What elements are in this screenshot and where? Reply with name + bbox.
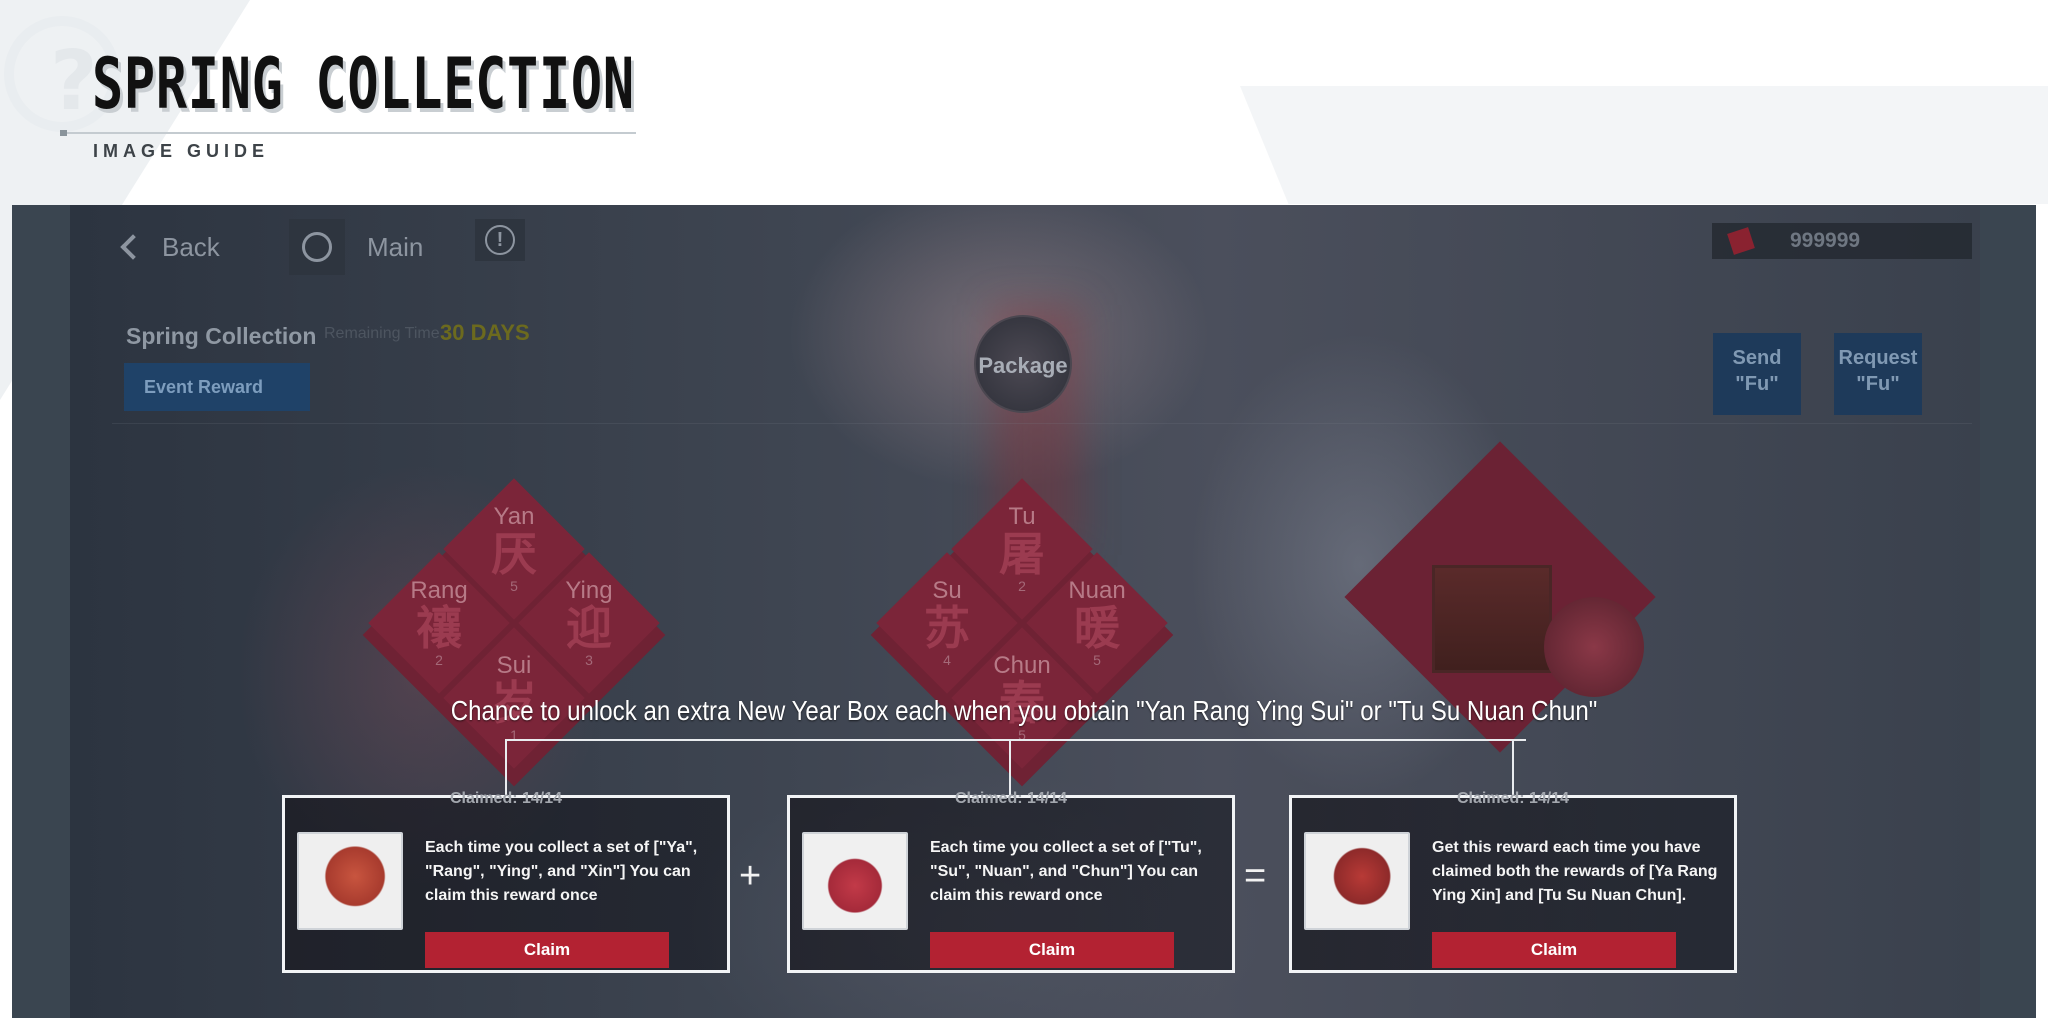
back-label: Back xyxy=(162,231,220,262)
reward-card-set-2: Claimed: 14/14 Each time you collect a s… xyxy=(787,790,1235,973)
home-ring-icon xyxy=(302,232,332,262)
treasure-box-icon xyxy=(1304,832,1410,930)
chevron-left-icon xyxy=(120,234,146,260)
remaining-time-value: 30 DAYS xyxy=(440,320,530,345)
page-subtitle: IMAGE GUIDE xyxy=(93,141,270,161)
tile-pinyin: Tu xyxy=(1008,503,1036,530)
reward-description: Each time you collect a set of ["Ya", "R… xyxy=(425,839,698,904)
tile-pinyin: Sui xyxy=(496,652,532,679)
claimed-count: Claimed: 14/14 xyxy=(1456,790,1570,807)
section-divider xyxy=(112,423,1972,424)
title-divider xyxy=(62,132,636,134)
tile-pinyin: Ying xyxy=(565,577,613,604)
guide-page: ? SPRING COLLECTION IMAGE GUIDE Back Mai… xyxy=(0,0,2048,1024)
tile-count: 2 xyxy=(1018,578,1026,594)
event-title: Spring Collection xyxy=(126,323,317,349)
tile-pinyin: Su xyxy=(932,577,962,604)
connector-middle xyxy=(1009,739,1011,795)
connector-right xyxy=(1512,739,1514,795)
tile-pinyin: Rang xyxy=(410,577,468,604)
red-envelope-icon xyxy=(1727,227,1755,255)
tile-character: 厌 xyxy=(491,527,537,581)
divider-dot xyxy=(60,130,67,136)
request-fu-button[interactable]: Request "Fu" xyxy=(1834,333,1922,415)
equals-operator: = xyxy=(1244,855,1267,897)
tile-character: 禳 xyxy=(416,601,462,655)
main-label: Main xyxy=(367,231,424,262)
send-fu-button[interactable]: Send "Fu" xyxy=(1713,333,1801,415)
left-frame xyxy=(12,205,70,1018)
tile-character: 苏 xyxy=(924,601,970,655)
claim-button[interactable]: Claim xyxy=(425,932,669,968)
back-button[interactable]: Back xyxy=(116,227,220,267)
claimed-count: Claimed: 14/14 xyxy=(449,790,563,807)
reward-description: Get this reward each time you have claim… xyxy=(1432,839,1718,904)
main-button[interactable]: Main xyxy=(289,219,423,275)
right-frame xyxy=(1980,205,2036,1018)
tile-pinyin: Nuan xyxy=(1068,577,1126,604)
connector-horizontal xyxy=(505,739,1526,741)
connector-left xyxy=(505,739,507,795)
claim-button[interactable]: Claim xyxy=(1432,932,1676,968)
reward-description: Each time you collect a set of ["Tu", "S… xyxy=(930,839,1202,904)
overlay-banner-text: Chance to unlock an extra New Year Box e… xyxy=(450,695,1598,726)
gift-box-icon xyxy=(297,832,403,930)
currency-value: 999999 xyxy=(1790,229,1861,252)
tile-count: 5 xyxy=(1093,652,1101,668)
info-icon: ! xyxy=(485,225,515,255)
lucky-bag-image xyxy=(1544,597,1644,697)
new-year-box-image xyxy=(1432,565,1552,673)
tab-event-reward[interactable]: Event Reward xyxy=(124,363,310,411)
reward-card-set-1: Claimed: 14/14 Each time you collect a s… xyxy=(282,790,730,973)
claimed-count: Claimed: 14/14 xyxy=(954,790,1068,807)
tile-count: 2 xyxy=(435,652,443,668)
game-screenshot: Back Main ! 999999 Spring Collection Rem… xyxy=(12,205,2036,1018)
tile-pinyin: Chun xyxy=(993,652,1051,679)
tile-count: 3 xyxy=(585,652,593,668)
page-title: SPRING COLLECTION xyxy=(92,43,635,125)
package-button[interactable]: Package xyxy=(974,315,1072,413)
claim-button[interactable]: Claim xyxy=(930,932,1174,968)
reward-card-combined: Claimed: 14/14 Get this reward each time… xyxy=(1289,790,1737,973)
plus-operator: + xyxy=(739,855,762,897)
home-icon-box xyxy=(289,219,345,275)
header-band-decoration xyxy=(1240,86,2048,204)
tile-character: 迎 xyxy=(566,601,612,655)
tile-count: 4 xyxy=(943,652,951,668)
help-question-icon: ? xyxy=(50,34,98,129)
lucky-bag-icon xyxy=(802,832,908,930)
remaining-time-label: Remaining Time xyxy=(324,325,440,342)
currency-display: 999999 xyxy=(1712,223,1972,259)
tile-pinyin: Yan xyxy=(493,503,535,530)
info-button[interactable]: ! xyxy=(475,219,525,261)
tile-character: 屠 xyxy=(999,527,1045,581)
tile-character: 暖 xyxy=(1074,601,1120,655)
tile-count: 5 xyxy=(510,578,518,594)
